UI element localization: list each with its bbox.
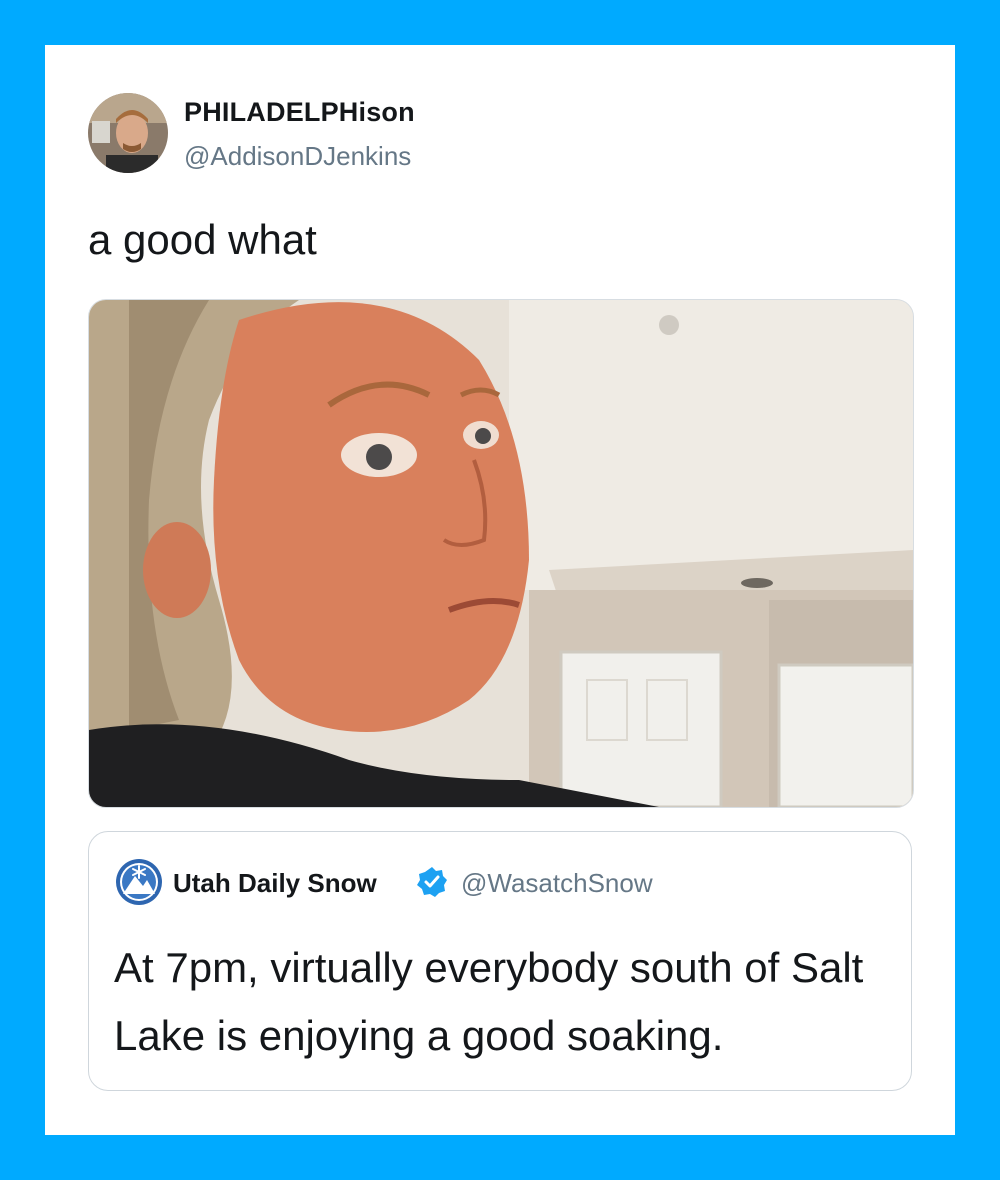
quoted-display-name[interactable]: Utah Daily Snow — [173, 868, 377, 899]
snowflake-mountain-logo-icon — [116, 859, 162, 905]
quoted-handle[interactable]: @WasatchSnow — [461, 868, 653, 899]
quoted-tweet-card[interactable]: Utah Daily Snow @WasatchSnow At 7pm, vir… — [88, 831, 912, 1091]
avatar-photo-icon — [88, 93, 168, 173]
quoted-account-logo[interactable] — [115, 858, 163, 906]
quoted-tweet-text: At 7pm, virtually everybody south of Sal… — [114, 944, 864, 1059]
verified-badge-icon — [416, 866, 448, 898]
author-avatar[interactable] — [88, 93, 168, 173]
author-display-name[interactable]: PHILADELPHison — [184, 97, 415, 128]
author-handle[interactable]: @AddisonDJenkins — [184, 141, 411, 172]
tweet-text: a good what — [88, 216, 317, 263]
reaction-photo-icon — [89, 300, 913, 807]
tweet-media[interactable] — [88, 299, 914, 808]
